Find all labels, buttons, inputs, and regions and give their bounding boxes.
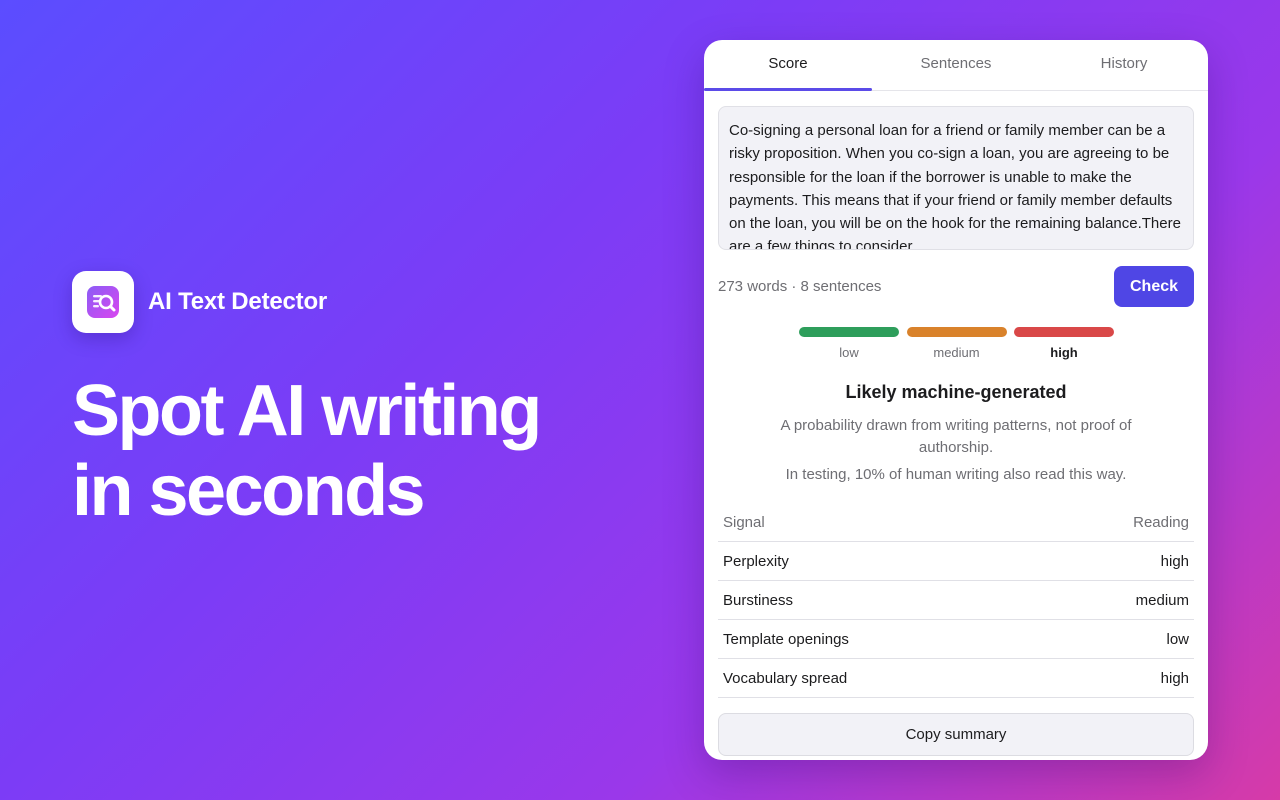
signal-reading: high bbox=[1160, 669, 1189, 687]
tab-bar: Score Sentences History bbox=[704, 40, 1208, 91]
headline-line-2: in seconds bbox=[72, 451, 426, 531]
scale-bar-high bbox=[1014, 327, 1114, 337]
app-icon bbox=[72, 271, 134, 333]
signal-name: Vocabulary spread bbox=[723, 669, 848, 687]
table-row: Perplexity high bbox=[718, 542, 1194, 581]
scale-label-high: high bbox=[1050, 345, 1078, 360]
signal-name: Perplexity bbox=[723, 552, 789, 570]
signal-reading: low bbox=[1166, 630, 1189, 648]
scale-bar-low bbox=[799, 327, 899, 337]
signal-reading: medium bbox=[1135, 591, 1189, 609]
scale-level-high: high bbox=[1014, 327, 1114, 360]
text-input[interactable]: Co-signing a personal loan for a friend … bbox=[718, 106, 1194, 250]
table-row: Template openings low bbox=[718, 620, 1194, 659]
headline-line-1: Spot AI writing bbox=[72, 371, 542, 451]
signal-name: Template openings bbox=[723, 630, 849, 648]
scale-level-medium: medium bbox=[906, 327, 1007, 360]
meta-row: 273 words · 8 sentences Check bbox=[718, 266, 1194, 307]
brand: AI Text Detector bbox=[72, 271, 652, 333]
scale-label-medium: medium bbox=[933, 345, 980, 360]
signals-table: Signal Reading Perplexity high Burstines… bbox=[718, 503, 1194, 698]
signal-name: Burstiness bbox=[723, 591, 794, 609]
header-signal: Signal bbox=[723, 513, 765, 531]
likelihood-scale: low medium high bbox=[799, 327, 1114, 360]
verdict: Likely machine-generated bbox=[845, 382, 1067, 402]
check-button[interactable]: Check bbox=[1114, 266, 1194, 307]
false-positive-stat: In testing, 10% of human writing also re… bbox=[785, 466, 1127, 483]
detector-panel: Score Sentences History Co-signing a per… bbox=[704, 40, 1208, 760]
scale-label-low: low bbox=[839, 345, 859, 360]
table-row: Vocabulary spread high bbox=[718, 659, 1194, 698]
word-sentence-count: 273 words · 8 sentences bbox=[718, 278, 882, 295]
tab-sentences[interactable]: Sentences bbox=[872, 40, 1040, 90]
scale-bar-medium bbox=[906, 327, 1007, 337]
disclaimer: A probability drawn from writing pattern… bbox=[780, 417, 1132, 456]
signals-header: Signal Reading bbox=[718, 503, 1194, 542]
table-row: Burstiness medium bbox=[718, 581, 1194, 620]
headline: Spot AI writing in seconds bbox=[72, 371, 652, 531]
copy-summary-button[interactable]: Copy summary bbox=[718, 713, 1194, 756]
scale-level-low: low bbox=[799, 327, 899, 360]
app-name: AI Text Detector bbox=[148, 288, 328, 315]
signal-reading: high bbox=[1160, 552, 1189, 570]
doc-magnifier-icon bbox=[87, 286, 119, 318]
hero-section: AI Text Detector Spot AI writing in seco… bbox=[72, 271, 652, 531]
tab-score[interactable]: Score bbox=[704, 40, 872, 91]
tab-history[interactable]: History bbox=[1040, 40, 1208, 90]
header-reading: Reading bbox=[1133, 513, 1189, 531]
